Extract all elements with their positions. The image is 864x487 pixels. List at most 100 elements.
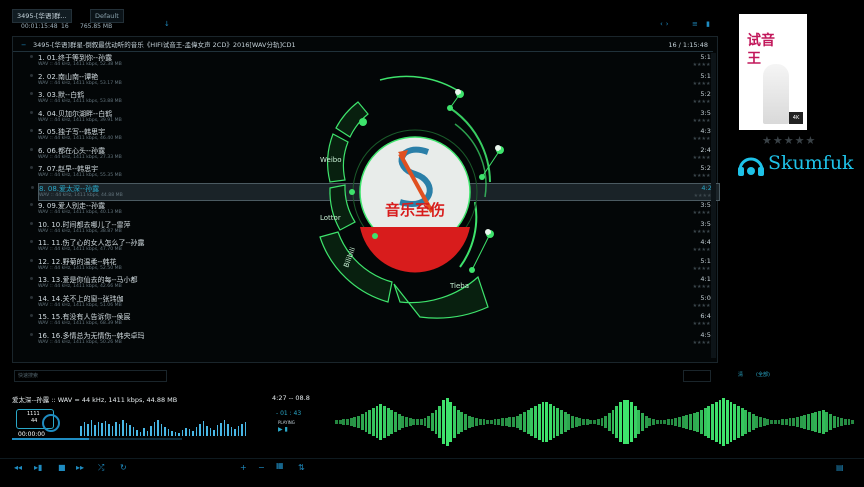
seek-bar[interactable] — [12, 438, 182, 440]
spectrum-bar — [220, 423, 222, 436]
rating-stars[interactable]: ★★★★★ — [762, 134, 816, 147]
random-icon[interactable]: ⤮ — [98, 463, 104, 473]
wave-bar — [552, 406, 556, 438]
spectrum-bar — [104, 421, 106, 436]
wave-bar — [677, 417, 681, 427]
mini-controls-icon[interactable]: ▶ ▮ — [278, 426, 288, 433]
side-button-b[interactable]: (全部) — [756, 371, 770, 378]
spectrum-bar — [139, 432, 141, 436]
wave-bar — [526, 410, 530, 434]
track-bullet — [30, 221, 33, 225]
wave-bar — [346, 419, 349, 425]
wave-bar — [792, 418, 796, 426]
play-pause-icon[interactable]: ▸▮ — [34, 463, 42, 472]
spectrum-bar — [234, 429, 236, 436]
wave-bar — [832, 416, 836, 428]
add-icon[interactable]: + — [240, 463, 247, 472]
remove-icon[interactable]: − — [258, 463, 265, 472]
wave-bar — [644, 416, 648, 428]
wave-bar — [663, 420, 667, 424]
spectrum-bar — [192, 431, 194, 436]
wave-bar — [508, 417, 512, 427]
wave-bar — [722, 398, 726, 446]
search-button[interactable] — [683, 370, 711, 382]
bottom-toolbar: ◂◂ ▸▮ ■ ▸▸ ⤮ ↻ + − ▦ ⇅ ▤ — [0, 458, 864, 487]
spectrum-bar — [195, 427, 197, 436]
total-size: 765.85 MB — [80, 23, 113, 30]
track-details: WAV :: 44 kHz, 1411 kbps, 50.26 MB — [38, 339, 122, 345]
wave-bar — [696, 412, 700, 432]
wave-bar — [523, 412, 526, 432]
wave-bar — [641, 413, 644, 431]
mini-spectrum — [80, 410, 248, 436]
spectrum-bar — [118, 424, 120, 436]
sort-icon[interactable]: ⇅ — [298, 463, 305, 472]
wave-bar — [582, 419, 585, 425]
scrollbar[interactable] — [711, 53, 716, 358]
wave-bar — [430, 413, 434, 431]
wave-bar — [829, 414, 833, 430]
track-details: WAV :: 44 kHz, 1411 kbps, 53.88 MB — [38, 99, 122, 104]
wave-bar — [441, 400, 445, 444]
wave-bar — [814, 412, 818, 432]
spectrum-bar — [171, 431, 173, 436]
album-cover[interactable]: 试音王 4K — [739, 14, 807, 130]
wave-bar — [766, 419, 770, 425]
wave-bar — [740, 408, 744, 436]
grid-icon[interactable]: ▦ — [276, 461, 284, 470]
wave-bar — [467, 416, 471, 428]
wave-bar — [519, 414, 523, 430]
wave-bar — [615, 406, 619, 438]
repeat-icon[interactable]: ↻ — [120, 463, 127, 472]
stop-icon[interactable]: ■ — [58, 463, 66, 472]
cover-figure — [763, 64, 789, 124]
spectrum-bar — [129, 425, 131, 436]
now-playing-time: 4:27 -- 08.8 — [272, 394, 310, 402]
spectrum-bar — [213, 430, 215, 436]
collapse-icon[interactable]: − — [21, 39, 26, 51]
wave-bar — [729, 402, 733, 442]
wave-bar — [364, 412, 368, 432]
track-row[interactable]: 16. 16.多情总为无情伤--韩央卓玛 WAV :: 44 kHz, 1411 … — [30, 331, 718, 347]
file-icon[interactable]: ▤ — [836, 463, 844, 472]
side-button-a[interactable]: 清 — [738, 371, 743, 378]
wave-bar — [563, 412, 567, 432]
track-details: WAV :: 44 kHz, 1411 kbps, 38.87 MB — [38, 228, 122, 234]
wave-bar — [626, 400, 630, 444]
prev-icon[interactable]: ◂◂ — [14, 463, 22, 472]
download-icon[interactable]: ↓ — [164, 20, 170, 28]
wave-bar — [674, 418, 678, 426]
nav-arrows-icon[interactable]: ‹› — [660, 20, 672, 28]
wave-bar — [692, 413, 696, 431]
wave-bar — [600, 418, 604, 426]
wave-bar — [611, 410, 615, 434]
wave-bar — [585, 419, 589, 425]
wave-bar — [405, 417, 408, 427]
wave-bar — [512, 417, 515, 427]
volume-knob-icon[interactable] — [42, 414, 60, 432]
track-bullet — [30, 73, 33, 77]
circular-visualizer-overlay: 音乐至伤 Weibo Lottor Bilibili Tieba — [319, 75, 504, 319]
spectrum-bar — [178, 433, 180, 436]
spectrum-bar — [244, 422, 246, 436]
spectrum-bar — [209, 428, 211, 436]
spectrum-bar — [160, 424, 162, 436]
wave-bar — [840, 418, 844, 426]
wave-bar — [416, 419, 419, 425]
spectrum-bar — [111, 426, 113, 436]
wave-bar — [622, 400, 626, 444]
next-icon[interactable]: ▸▸ — [76, 463, 84, 472]
wave-bar — [736, 406, 740, 438]
spectrum-bar — [227, 424, 229, 436]
spectrum-bar — [80, 426, 82, 436]
track-bullet — [30, 240, 33, 243]
spectrum-bar — [237, 426, 239, 436]
wave-bar — [386, 408, 390, 436]
spectrum-bar — [115, 422, 117, 436]
search-input[interactable]: 快速搜索 — [14, 370, 167, 382]
spectrum-bar — [101, 423, 103, 436]
tab-default[interactable]: Default — [90, 9, 124, 23]
tab-playlist[interactable]: 3495-[华语]群... — [12, 9, 72, 23]
menu-icon[interactable]: ≡ ▮ — [692, 20, 713, 28]
track-bullet — [30, 203, 33, 206]
